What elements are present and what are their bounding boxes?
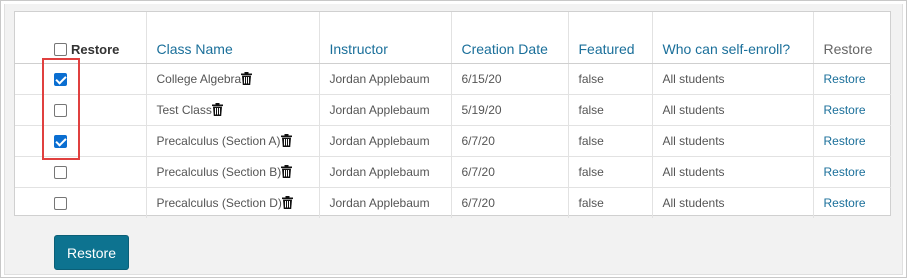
featured-cell: false xyxy=(568,63,653,95)
class-name-cell: Precalculus (Section A) xyxy=(146,125,320,157)
table-row: Precalculus (Section B) Jordan Applebaum 6… xyxy=(15,156,891,188)
trash-icon[interactable] xyxy=(281,195,293,209)
trash-icon[interactable] xyxy=(280,133,292,147)
restore-link-cell: Restore xyxy=(813,125,891,157)
restore-link[interactable]: Restore xyxy=(824,134,866,148)
restore-header: Restore xyxy=(813,12,891,64)
restore-link-cell: Restore xyxy=(813,63,891,95)
self-enroll-cell: All students xyxy=(652,94,814,126)
class-name-cell: Precalculus (Section D) xyxy=(146,187,320,218)
table-header-row: Restore Class Name Instructor Creation D… xyxy=(15,12,891,64)
instructor-cell: Jordan Applebaum xyxy=(319,156,452,188)
select-all-header: Restore xyxy=(15,12,147,64)
creation-date-cell: 6/15/20 xyxy=(451,63,569,95)
featured-cell: false xyxy=(568,125,653,157)
row-checkbox[interactable] xyxy=(54,134,67,148)
self-enroll-cell: All students xyxy=(652,63,814,95)
row-checkbox[interactable] xyxy=(54,196,67,210)
class-name: Precalculus (Section D) xyxy=(156,195,282,210)
instructor-header[interactable]: Instructor xyxy=(319,12,452,64)
class-name-cell: Test Class xyxy=(146,94,320,126)
featured-cell: false xyxy=(568,94,653,126)
classes-table: Restore Class Name Instructor Creation D… xyxy=(15,12,891,218)
row-select-cell xyxy=(15,125,147,157)
table-row: Test Class Jordan Applebaum 5/19/20 false Al… xyxy=(15,94,891,126)
creation-date-cell: 6/7/20 xyxy=(451,187,569,218)
select-all-label: Restore xyxy=(71,41,120,57)
trash-icon[interactable] xyxy=(241,71,253,85)
class-name: Test Class xyxy=(156,102,212,117)
featured-header[interactable]: Featured xyxy=(568,12,653,64)
self-enroll-header[interactable]: Who can self-enroll? xyxy=(652,12,814,64)
creation-date-header[interactable]: Creation Date xyxy=(451,12,569,64)
row-checkbox[interactable] xyxy=(54,103,67,117)
classes-table-container: Restore Class Name Instructor Creation D… xyxy=(14,11,891,218)
row-select-cell xyxy=(15,63,147,95)
class-name-header[interactable]: Class Name xyxy=(146,12,320,64)
self-enroll-cell: All students xyxy=(652,156,814,188)
row-select-cell xyxy=(15,94,147,126)
row-checkbox[interactable] xyxy=(54,165,67,179)
restore-link-cell: Restore xyxy=(813,187,891,218)
instructor-cell: Jordan Applebaum xyxy=(319,187,452,218)
table-row: Precalculus (Section A) Jordan Applebaum 6… xyxy=(15,125,891,157)
class-name-cell: Precalculus (Section B) xyxy=(146,156,320,188)
self-enroll-cell: All students xyxy=(652,125,814,157)
creation-date-cell: 6/7/20 xyxy=(451,125,569,157)
table-row: Precalculus (Section D) Jordan Applebaum 6… xyxy=(15,187,891,218)
row-checkbox[interactable] xyxy=(54,72,67,86)
restore-button[interactable]: Restore xyxy=(54,235,129,270)
featured-cell: false xyxy=(568,156,653,188)
select-all-checkbox[interactable] xyxy=(54,42,67,56)
instructor-cell: Jordan Applebaum xyxy=(319,125,452,157)
class-name: Precalculus (Section A) xyxy=(156,133,281,148)
class-name-cell: College Algebra xyxy=(146,63,320,95)
restore-link[interactable]: Restore xyxy=(824,103,866,117)
restore-link-cell: Restore xyxy=(813,94,891,126)
featured-cell: false xyxy=(568,187,653,218)
class-name: College Algebra xyxy=(156,71,242,86)
restore-link[interactable]: Restore xyxy=(824,165,866,179)
row-select-cell xyxy=(15,187,147,218)
self-enroll-cell: All students xyxy=(652,187,814,218)
restore-link-cell: Restore xyxy=(813,156,891,188)
restore-link[interactable]: Restore xyxy=(824,196,866,210)
table-row: College Algebra Jordan Applebaum 6/15/20 fa… xyxy=(15,63,891,95)
instructor-cell: Jordan Applebaum xyxy=(319,63,452,95)
creation-date-cell: 6/7/20 xyxy=(451,156,569,188)
trash-icon[interactable] xyxy=(211,102,223,116)
restore-link[interactable]: Restore xyxy=(824,72,866,86)
class-name: Precalculus (Section B) xyxy=(156,164,282,179)
trash-icon[interactable] xyxy=(281,164,293,178)
row-select-cell xyxy=(15,156,147,188)
instructor-cell: Jordan Applebaum xyxy=(319,94,452,126)
creation-date-cell: 5/19/20 xyxy=(451,94,569,126)
